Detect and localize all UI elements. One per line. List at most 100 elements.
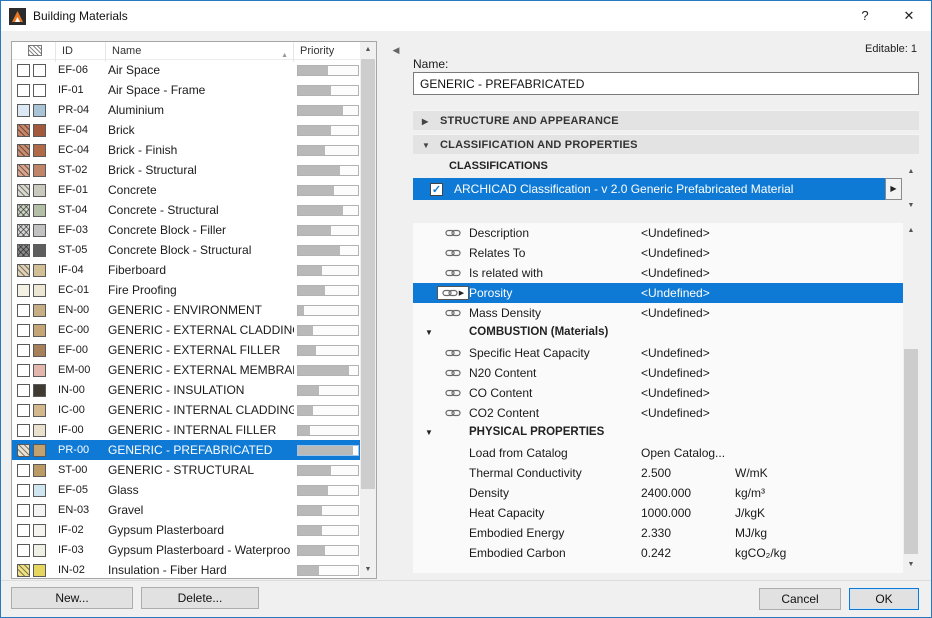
column-header-fill[interactable] (12, 42, 56, 62)
property-row[interactable]: ▶ CO Content <Undefined> (413, 383, 903, 403)
property-row[interactable]: ▶ CO2 Content <Undefined> (413, 403, 903, 423)
table-row[interactable]: EF-05 Glass (12, 480, 360, 500)
section-classification-properties[interactable]: ▼ CLASSIFICATION AND PROPERTIES (413, 134, 919, 154)
column-header-id[interactable]: ID (56, 42, 106, 62)
property-value[interactable]: <Undefined> (641, 366, 710, 380)
property-row[interactable]: ▶ Embodied Carbon 0.242 kgCO₂/kg (413, 543, 903, 563)
scrollbar-thumb[interactable] (361, 59, 375, 489)
table-row[interactable]: EF-03 Concrete Block - Filler (12, 220, 360, 240)
link-icon: ▶ (441, 366, 465, 380)
materials-scrollbar[interactable]: ▲ ▼ (360, 42, 376, 578)
help-button[interactable]: ? (843, 1, 887, 31)
scroll-down-icon[interactable]: ▼ (903, 557, 919, 573)
property-row[interactable]: ▶ Load from Catalog Open Catalog... (413, 443, 903, 463)
material-name: Fiberboard (108, 263, 167, 277)
priority-bar (297, 124, 359, 136)
property-row[interactable]: ▶ Porosity <Undefined> (413, 283, 903, 303)
classification-checkbox[interactable]: ✓ (430, 182, 443, 196)
new-button[interactable]: New... (11, 587, 133, 609)
table-row[interactable]: IF-01 Air Space - Frame (12, 80, 360, 100)
table-row[interactable]: IF-04 Fiberboard (12, 260, 360, 280)
property-value[interactable]: <Undefined> (641, 246, 710, 260)
table-row[interactable]: EC-04 Brick - Finish (12, 140, 360, 160)
table-row[interactable]: EF-06 Air Space (12, 60, 360, 80)
table-row[interactable]: IN-02 Insulation - Fiber Hard (12, 560, 360, 578)
table-row[interactable]: EC-01 Fire Proofing (12, 280, 360, 300)
collapse-arrow-icon[interactable]: ▼ (425, 428, 433, 437)
surface-swatch (33, 83, 46, 97)
property-row[interactable]: ▶ N20 Content <Undefined> (413, 363, 903, 383)
table-row[interactable]: PR-04 Aluminium (12, 100, 360, 120)
scroll-down-icon[interactable]: ▼ (903, 198, 919, 214)
table-row[interactable]: EF-00 GENERIC - EXTERNAL FILLER (12, 340, 360, 360)
table-row[interactable]: EM-00 GENERIC - EXTERNAL MEMBRANE (12, 360, 360, 380)
property-row[interactable]: ▶ Thermal Conductivity 2.500 W/mK (413, 463, 903, 483)
collapse-arrow-icon[interactable]: ▼ (425, 328, 433, 337)
property-group-header[interactable]: ▼ COMBUSTION (Materials) (413, 323, 903, 343)
section-structure-appearance[interactable]: ▶ STRUCTURE AND APPEARANCE (413, 110, 919, 130)
property-row[interactable]: ▶ Relates To <Undefined> (413, 243, 903, 263)
table-row[interactable]: EC-00 GENERIC - EXTERNAL CLADDING (12, 320, 360, 340)
property-value[interactable]: <Undefined> (641, 266, 710, 280)
property-value[interactable]: <Undefined> (641, 306, 710, 320)
archicad-icon (9, 7, 26, 25)
property-value[interactable]: <Undefined> (641, 406, 710, 420)
table-row[interactable]: IN-00 GENERIC - INSULATION (12, 380, 360, 400)
scroll-down-icon[interactable]: ▼ (360, 562, 376, 578)
ok-button[interactable]: OK (849, 588, 919, 610)
property-row[interactable]: ▶ Density 2400.000 kg/m³ (413, 483, 903, 503)
table-row[interactable]: ST-02 Brick - Structural (12, 160, 360, 180)
property-label: CO Content (469, 386, 533, 400)
property-group-header[interactable]: ▼ PHYSICAL PROPERTIES (413, 423, 903, 443)
property-value[interactable]: <Undefined> (641, 286, 710, 300)
property-value[interactable]: <Undefined> (641, 386, 710, 400)
properties-scrollbar[interactable]: ▲ ▼ (903, 223, 919, 573)
surface-swatch (33, 123, 46, 137)
close-button[interactable]: ✕ (887, 1, 931, 31)
table-row[interactable]: EN-00 GENERIC - ENVIRONMENT (12, 300, 360, 320)
column-header-name[interactable]: Name ▲ (106, 42, 294, 62)
property-row[interactable]: ▶ Is related with <Undefined> (413, 263, 903, 283)
property-row[interactable]: ▶ Mass Density <Undefined> (413, 303, 903, 323)
property-row[interactable]: ▶ Heat Capacity 1000.000 J/kgK (413, 503, 903, 523)
property-row[interactable]: ▶ Description <Undefined> (413, 223, 903, 243)
property-value[interactable]: <Undefined> (641, 346, 710, 360)
scroll-up-icon[interactable]: ▲ (903, 223, 919, 239)
table-row[interactable]: ST-00 GENERIC - STRUCTURAL (12, 460, 360, 480)
table-row[interactable]: IC-00 GENERIC - INTERNAL CLADDING (12, 400, 360, 420)
table-row[interactable]: ST-04 Concrete - Structural (12, 200, 360, 220)
property-value[interactable]: <Undefined> (641, 226, 710, 240)
property-value[interactable]: 2.330 (641, 526, 671, 540)
property-value[interactable]: 2400.000 (641, 486, 691, 500)
scroll-up-icon[interactable]: ▲ (903, 164, 919, 180)
cancel-button[interactable]: Cancel (759, 588, 841, 610)
cut-fill-swatch (17, 283, 30, 297)
property-value[interactable]: 2.500 (641, 466, 671, 480)
delete-button[interactable]: Delete... (141, 587, 259, 609)
surface-swatch (33, 523, 46, 537)
column-header-priority[interactable]: Priority (294, 42, 360, 62)
table-row[interactable]: EN-03 Gravel (12, 500, 360, 520)
table-row[interactable]: IF-02 Gypsum Plasterboard (12, 520, 360, 540)
table-row[interactable]: PR-00 GENERIC - PREFABRICATED (12, 440, 360, 460)
table-row[interactable]: ST-05 Concrete Block - Structural (12, 240, 360, 260)
collapse-panel-icon[interactable]: ◀ (390, 43, 402, 57)
priority-bar (297, 504, 359, 516)
table-row[interactable]: EF-01 Concrete (12, 180, 360, 200)
scrollbar-thumb[interactable] (904, 349, 918, 554)
classifications-scrollbar[interactable]: ▲ ▼ (903, 164, 919, 214)
material-name: Insulation - Fiber Hard (108, 563, 227, 577)
property-value[interactable]: Open Catalog... (641, 446, 725, 460)
classification-picker-button[interactable]: ▶ (885, 178, 902, 200)
table-row[interactable]: IF-03 Gypsum Plasterboard - Waterproo (12, 540, 360, 560)
table-row[interactable]: EF-04 Brick (12, 120, 360, 140)
name-input[interactable] (413, 72, 919, 95)
classification-selected-row[interactable]: ✓ ARCHICAD Classification - v 2.0 Generi… (413, 178, 885, 200)
property-value[interactable]: 1000.000 (641, 506, 691, 520)
property-value[interactable]: 0.242 (641, 546, 671, 560)
scroll-up-icon[interactable]: ▲ (360, 42, 376, 58)
table-row[interactable]: IF-00 GENERIC - INTERNAL FILLER (12, 420, 360, 440)
property-row[interactable]: ▶ Specific Heat Capacity <Undefined> (413, 343, 903, 363)
material-name: Concrete Block - Structural (108, 243, 252, 257)
property-row[interactable]: ▶ Embodied Energy 2.330 MJ/kg (413, 523, 903, 543)
